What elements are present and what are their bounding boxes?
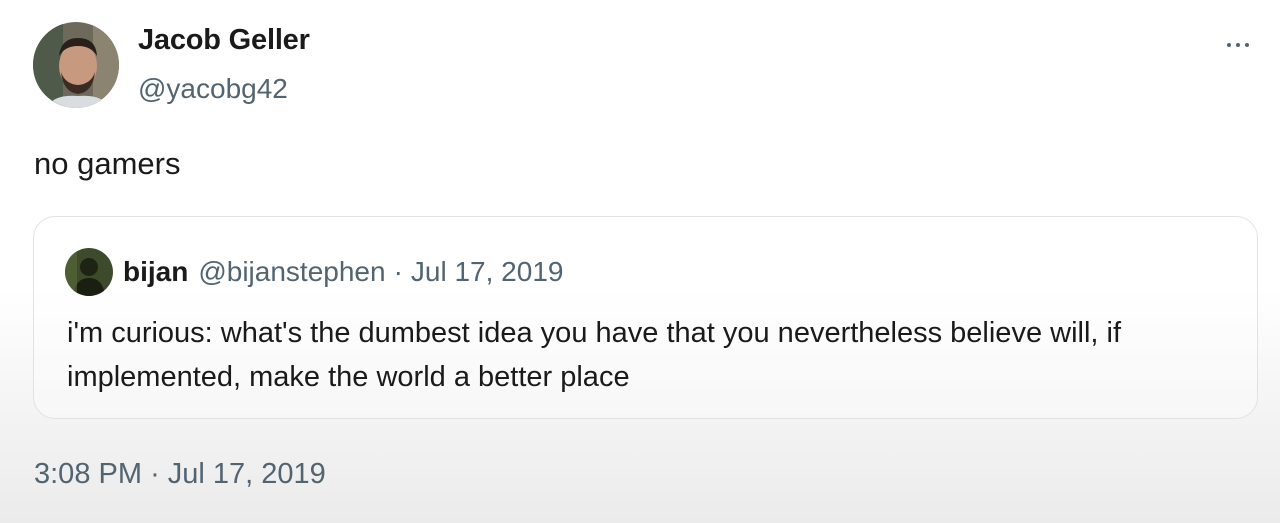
author-display-name[interactable]: Jacob Geller — [138, 24, 310, 57]
quoted-tweet-header: bijan @bijanstephen · Jul 17, 2019 — [65, 247, 563, 297]
quoted-separator: · — [393, 256, 403, 287]
author-handle[interactable]: @yacobg42 — [138, 73, 288, 105]
more-options-icon — [1227, 43, 1231, 47]
quoted-tweet-date: Jul 17, 2019 — [410, 256, 564, 287]
quoted-avatar-image — [65, 248, 113, 296]
author-avatar[interactable] — [33, 22, 119, 108]
avatar-image — [33, 22, 119, 108]
tweet-text: no gamers — [34, 146, 181, 181]
quoted-author-name: bijan — [123, 256, 189, 287]
tweet-timestamp[interactable]: 3:08 PM · Jul 17, 2019 — [34, 458, 326, 491]
timestamp-separator: · — [150, 458, 160, 490]
tweet-card: Jacob Geller @yacobg42 no gamers bijan @… — [0, 0, 1280, 523]
quoted-tweet-text: i'm curious: what's the dumbest idea you… — [67, 317, 1122, 393]
tweet-time: 3:08 PM — [34, 458, 142, 490]
tweet-date: Jul 17, 2019 — [167, 458, 326, 490]
more-options-icon-dot — [1245, 43, 1249, 47]
more-options-icon-dot — [1236, 43, 1240, 47]
quoted-author-avatar — [65, 248, 113, 296]
quoted-author-handle: @bijanstephen — [198, 256, 386, 287]
more-options-button[interactable] — [1218, 30, 1258, 60]
quoted-tweet[interactable]: bijan @bijanstephen · Jul 17, 2019 i'm c… — [33, 216, 1258, 419]
